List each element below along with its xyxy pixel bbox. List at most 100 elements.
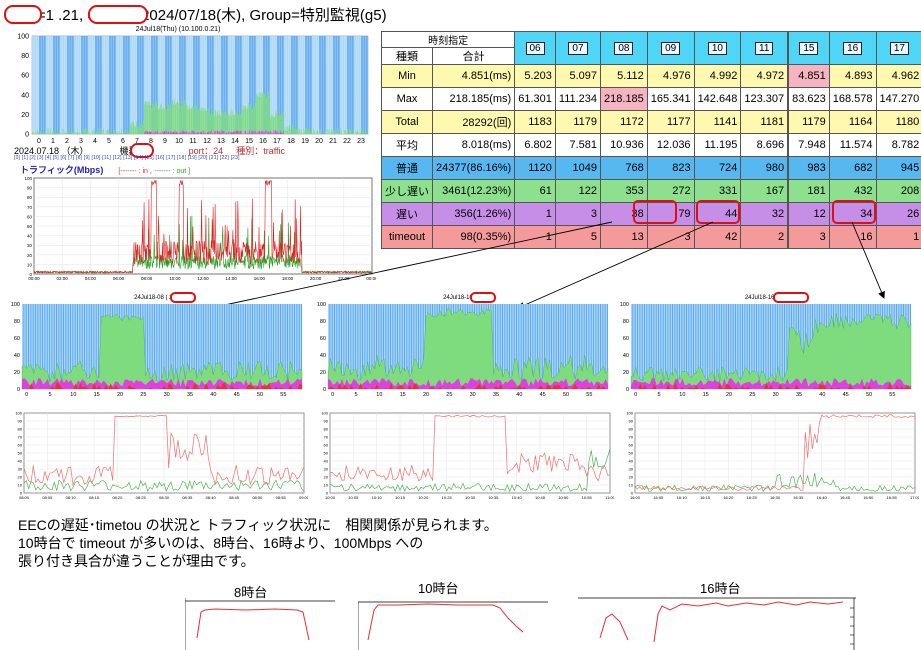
x-tick-label: 10:45 xyxy=(535,495,546,500)
x-tick-label: 08:55 xyxy=(276,495,287,500)
x-tick-label: 20 xyxy=(726,392,732,398)
y-tick-label: 80 xyxy=(629,427,634,432)
y-tick-label: 20 xyxy=(14,370,20,376)
x-tick-label: 08:25 xyxy=(136,495,147,500)
redaction-mark xyxy=(170,292,196,303)
y-tick-label: 50 xyxy=(629,451,634,456)
x-tick-label: 10 xyxy=(679,392,685,398)
x-tick-label: 08:40 xyxy=(206,495,217,500)
x-tick-label: 5 xyxy=(48,392,51,398)
y-tick-label: 60 xyxy=(14,336,20,342)
x-tick-label: 35 xyxy=(187,392,193,398)
x-tick-label: 30 xyxy=(470,392,476,398)
x-tick-label: 40 xyxy=(516,392,522,398)
y-tick-label: 50 xyxy=(324,451,329,456)
hourly-traffic-10: 100908070605040302010010:00 10:05 10:10 10:… xyxy=(321,411,614,501)
y-tick-label: 10 xyxy=(629,483,634,488)
x-tick-label: 10:50 xyxy=(558,495,569,500)
y-tick-label: 100 xyxy=(15,411,22,416)
y-tick-label: 100 xyxy=(317,302,326,308)
x-tick-label: 10:40 xyxy=(512,495,523,500)
x-tick-label: 45 xyxy=(843,392,849,398)
y-tick-label: 70 xyxy=(18,435,23,440)
y-tick-label: 60 xyxy=(320,336,326,342)
y-tick-label: 60 xyxy=(324,443,329,448)
x-tick-label: 17:00 xyxy=(910,495,919,500)
x-tick-label: 08:15 xyxy=(89,495,100,500)
x-tick-label: 16:05 xyxy=(653,495,664,500)
y-tick-label: 40 xyxy=(324,459,329,464)
y-tick-label: 0 xyxy=(17,387,20,393)
x-tick-label: 0 xyxy=(634,392,637,398)
y-tick-label: 70 xyxy=(324,435,329,440)
x-tick-label: 30 xyxy=(164,392,170,398)
y-tick-label: 20 xyxy=(324,475,329,480)
redaction-mark xyxy=(470,292,496,303)
x-tick-label: 08:35 xyxy=(182,495,193,500)
x-tick-label: 08:20 xyxy=(112,495,123,500)
y-tick-label: 0 xyxy=(323,387,326,393)
x-tick-label: 15 xyxy=(94,392,100,398)
x-tick-label: 16:30 xyxy=(770,495,781,500)
x-tick-label: 16:25 xyxy=(747,495,758,500)
x-tick-label: 16:10 xyxy=(677,495,688,500)
callout-arrows xyxy=(149,221,885,324)
x-tick-label: 16:45 xyxy=(840,495,851,500)
y-tick-label: 20 xyxy=(18,475,23,480)
y-tick-label: 90 xyxy=(18,419,23,424)
arrow-16 xyxy=(851,221,885,299)
y-tick-label: 40 xyxy=(623,353,629,359)
y-tick-label: 0 xyxy=(626,387,629,393)
redaction-mark xyxy=(773,292,809,303)
y-tick-label: 30 xyxy=(324,467,329,472)
x-tick-label: 16:55 xyxy=(887,495,898,500)
y-tick-label: 50 xyxy=(18,451,23,456)
x-tick-label: 10:20 xyxy=(418,495,429,500)
hourly-chart-16: 24Jul18-16 ( 1) 1008060402000 5 10 15 20 25 30… xyxy=(620,295,912,398)
x-tick-label: 10 xyxy=(376,392,382,398)
comment-line-1: EECの遅延･timetou の状況と トラフィック状況に 相関関係が見られます… xyxy=(18,517,498,533)
x-tick-label: 16:40 xyxy=(817,495,828,500)
x-tick-label: 08:10 xyxy=(66,495,77,500)
x-tick-label: 08:00 xyxy=(19,495,30,500)
y-tick-label: 80 xyxy=(14,319,20,325)
x-tick-label: 45 xyxy=(540,392,546,398)
x-tick-label: 16:00 xyxy=(630,495,641,500)
x-tick-label: 45 xyxy=(234,392,240,398)
zoom-label-10: 10時台 xyxy=(418,581,459,596)
y-tick-label: 40 xyxy=(14,353,20,359)
x-tick-label: 16:20 xyxy=(723,495,734,500)
y-tick-label: 80 xyxy=(18,427,23,432)
x-tick-label: 55 xyxy=(280,392,286,398)
x-tick-label: 08:50 xyxy=(252,495,263,500)
y-tick-label: 70 xyxy=(629,435,634,440)
x-tick-label: 55 xyxy=(889,392,895,398)
y-tick-label: 10 xyxy=(324,483,329,488)
x-tick-label: 08:05 xyxy=(42,495,53,500)
x-tick-label: 15 xyxy=(703,392,709,398)
x-tick-label: 10:05 xyxy=(348,495,359,500)
x-tick-label: 5 xyxy=(657,392,660,398)
y-tick-label: 100 xyxy=(321,411,328,416)
x-tick-label: 16:15 xyxy=(700,495,711,500)
comment-line-2: 10時台で timeout が多いのは、8時台、16時より、100Mbps への xyxy=(18,535,424,551)
y-tick-label: 60 xyxy=(18,443,23,448)
x-tick-label: 55 xyxy=(586,392,592,398)
zoom-crop-08 xyxy=(185,598,335,650)
x-tick-label: 20 xyxy=(423,392,429,398)
y-tick-label: 40 xyxy=(320,353,326,359)
zoom-crop-16 xyxy=(578,597,856,650)
zoom-crop-10 xyxy=(358,601,548,650)
y-tick-label: 40 xyxy=(18,459,23,464)
x-tick-label: 50 xyxy=(257,392,263,398)
x-tick-label: 10:10 xyxy=(372,495,383,500)
x-tick-label: 0 xyxy=(331,392,334,398)
x-tick-label: 10:00 xyxy=(325,495,336,500)
x-tick-label: 08:30 xyxy=(159,495,170,500)
y-tick-label: 30 xyxy=(18,467,23,472)
y-tick-label: 30 xyxy=(629,467,634,472)
x-tick-label: 35 xyxy=(796,392,802,398)
comment-line-3: 張り付き具合が違うことが理由です。 xyxy=(18,553,255,569)
x-tick-label: 10:35 xyxy=(488,495,499,500)
y-tick-label: 40 xyxy=(629,459,634,464)
